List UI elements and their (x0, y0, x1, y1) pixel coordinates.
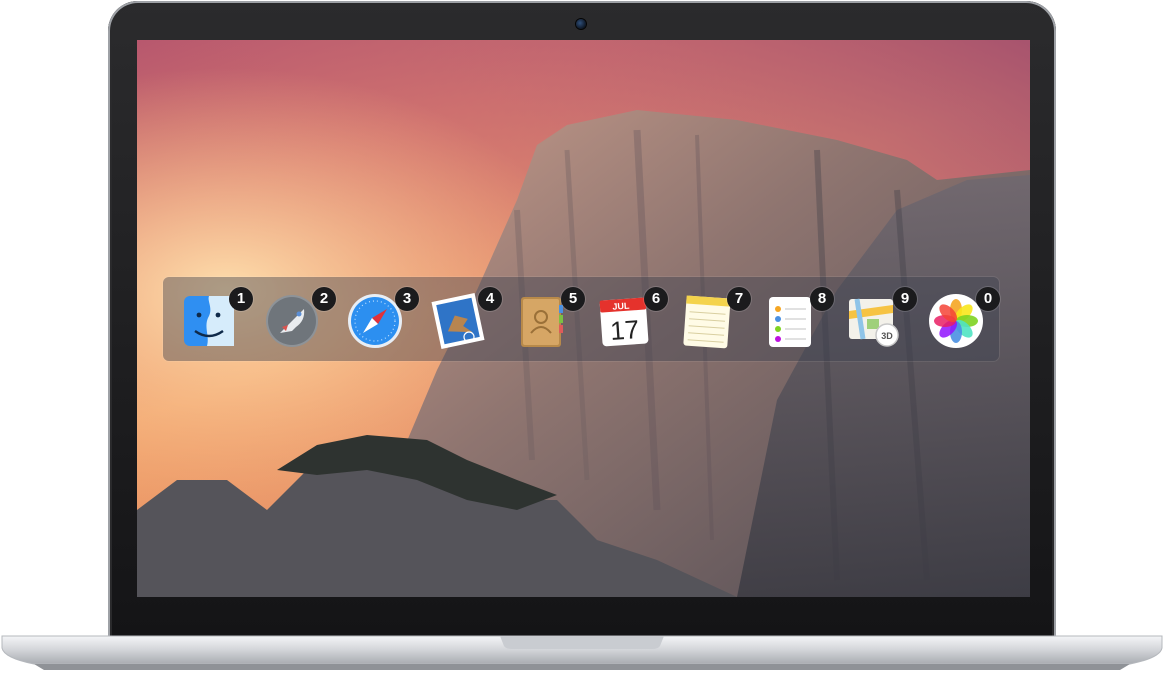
shortcut-badge: 0 (976, 287, 1000, 311)
app-calendar[interactable]: JUL 17 6 (586, 285, 668, 353)
app-switcher-bar: 1 2 3 4 5 JUL 17 6 7 8 3D 9 0 (163, 277, 1000, 361)
shortcut-badge: 8 (810, 287, 834, 311)
shortcut-badge: 7 (727, 287, 751, 311)
shortcut-badge: 3 (395, 287, 419, 311)
app-launchpad[interactable]: 2 (254, 285, 336, 353)
app-maps[interactable]: 3D 9 (835, 285, 917, 353)
calendar-month: JUL (612, 301, 630, 312)
shortcut-badge: 4 (478, 287, 502, 311)
maps-3d-label: 3D (881, 331, 893, 341)
app-mail[interactable]: 4 (420, 285, 502, 353)
calendar-day: 17 (609, 314, 640, 346)
app-notes[interactable]: 7 (669, 285, 751, 353)
app-reminders[interactable]: 8 (752, 285, 834, 353)
app-safari[interactable]: 3 (337, 285, 419, 353)
laptop-base (0, 634, 1164, 674)
app-photos[interactable]: 0 (918, 285, 1000, 353)
camera-icon (576, 19, 586, 29)
app-finder[interactable]: 1 (171, 285, 253, 353)
shortcut-badge: 6 (644, 287, 668, 311)
app-contacts[interactable]: 5 (503, 285, 585, 353)
shortcut-badge: 5 (561, 287, 585, 311)
shortcut-badge: 9 (893, 287, 917, 311)
shortcut-badge: 1 (229, 287, 253, 311)
shortcut-badge: 2 (312, 287, 336, 311)
desktop-screen: 1 2 3 4 5 JUL 17 6 7 8 3D 9 0 (137, 40, 1030, 597)
